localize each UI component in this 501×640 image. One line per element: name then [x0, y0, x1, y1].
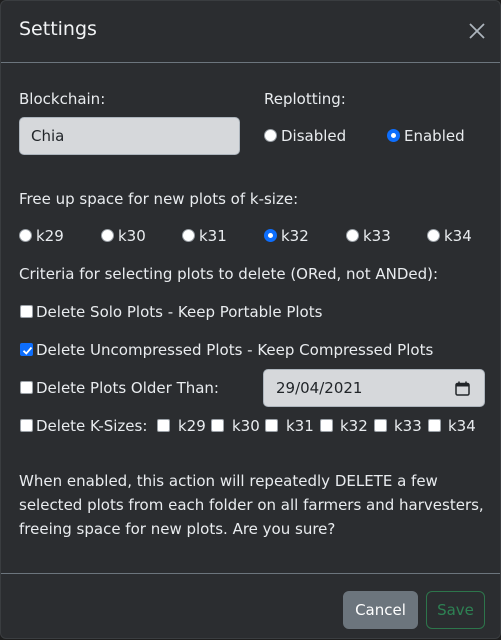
warning-text: When enabled, this action will repeatedl…: [19, 472, 484, 538]
save-button[interactable]: Save: [426, 591, 485, 629]
modal-title: Settings: [19, 18, 97, 40]
delete-k34-checkbox[interactable]: [428, 419, 441, 432]
delete-uncompressed-label[interactable]: Delete Uncompressed Plots - Keep Compres…: [36, 341, 433, 359]
ksize-k29-label[interactable]: k29: [36, 227, 64, 245]
delete-k33-label[interactable]: k33: [394, 417, 422, 435]
delete-k33-checkbox[interactable]: [374, 419, 387, 432]
replotting-label: Replotting:: [264, 90, 346, 108]
ksize-k34-label[interactable]: k34: [444, 227, 472, 245]
settings-modal: Settings Blockchain: Replotting: Disable…: [0, 0, 501, 639]
criteria-label: Criteria for selecting plots to delete (…: [19, 265, 439, 283]
delete-k34-label[interactable]: k34: [448, 417, 476, 435]
ksize-k32-label[interactable]: k32: [281, 227, 309, 245]
ksize-k31-radio[interactable]: [182, 229, 195, 242]
replotting-disabled-label[interactable]: Disabled: [281, 127, 346, 145]
delete-k32-label[interactable]: k32: [340, 417, 368, 435]
replotting-disabled-radio[interactable]: [264, 129, 277, 142]
blockchain-label: Blockchain:: [19, 90, 106, 108]
delete-k31-label[interactable]: k31: [286, 417, 314, 435]
ksize-k34-radio[interactable]: [427, 229, 440, 242]
delete-k31-checkbox[interactable]: [265, 419, 278, 432]
delete-solo-checkbox[interactable]: [20, 305, 33, 318]
calendar-icon[interactable]: [455, 381, 470, 396]
delete-k29-label[interactable]: k29: [178, 417, 206, 435]
delete-k30-label[interactable]: k30: [232, 417, 260, 435]
close-icon[interactable]: [463, 17, 491, 45]
ksize-k33-radio[interactable]: [346, 229, 359, 242]
delete-k30-checkbox[interactable]: [211, 419, 224, 432]
checkmark-icon: [22, 346, 33, 355]
ksize-k30-radio[interactable]: [101, 229, 114, 242]
date-value: 29/04/2021: [276, 379, 363, 397]
delete-solo-label[interactable]: Delete Solo Plots - Keep Portable Plots: [36, 303, 322, 321]
delete-older-label[interactable]: Delete Plots Older Than:: [36, 379, 219, 397]
modal-header: Settings: [1, 1, 500, 63]
delete-k32-checkbox[interactable]: [320, 419, 333, 432]
ksize-k31-label[interactable]: k31: [199, 227, 227, 245]
replotting-enabled-label[interactable]: Enabled: [404, 127, 465, 145]
cancel-button[interactable]: Cancel: [343, 591, 418, 629]
older-than-date-input[interactable]: 29/04/2021: [263, 369, 485, 407]
delete-older-checkbox[interactable]: [20, 381, 33, 394]
ksize-k30-label[interactable]: k30: [118, 227, 146, 245]
modal-footer: Cancel Save: [1, 573, 500, 640]
ksize-label: Free up space for new plots of k-size:: [19, 190, 299, 208]
blockchain-input[interactable]: [19, 117, 240, 155]
ksize-k32-radio[interactable]: [264, 229, 277, 242]
delete-uncompressed-checkbox[interactable]: [20, 343, 33, 356]
delete-ksizes-checkbox[interactable]: [20, 419, 33, 432]
replotting-enabled-radio[interactable]: [387, 129, 400, 142]
ksize-k29-radio[interactable]: [19, 229, 32, 242]
delete-k29-checkbox[interactable]: [157, 419, 170, 432]
delete-ksizes-label[interactable]: Delete K-Sizes:: [36, 417, 147, 435]
ksize-k33-label[interactable]: k33: [363, 227, 391, 245]
